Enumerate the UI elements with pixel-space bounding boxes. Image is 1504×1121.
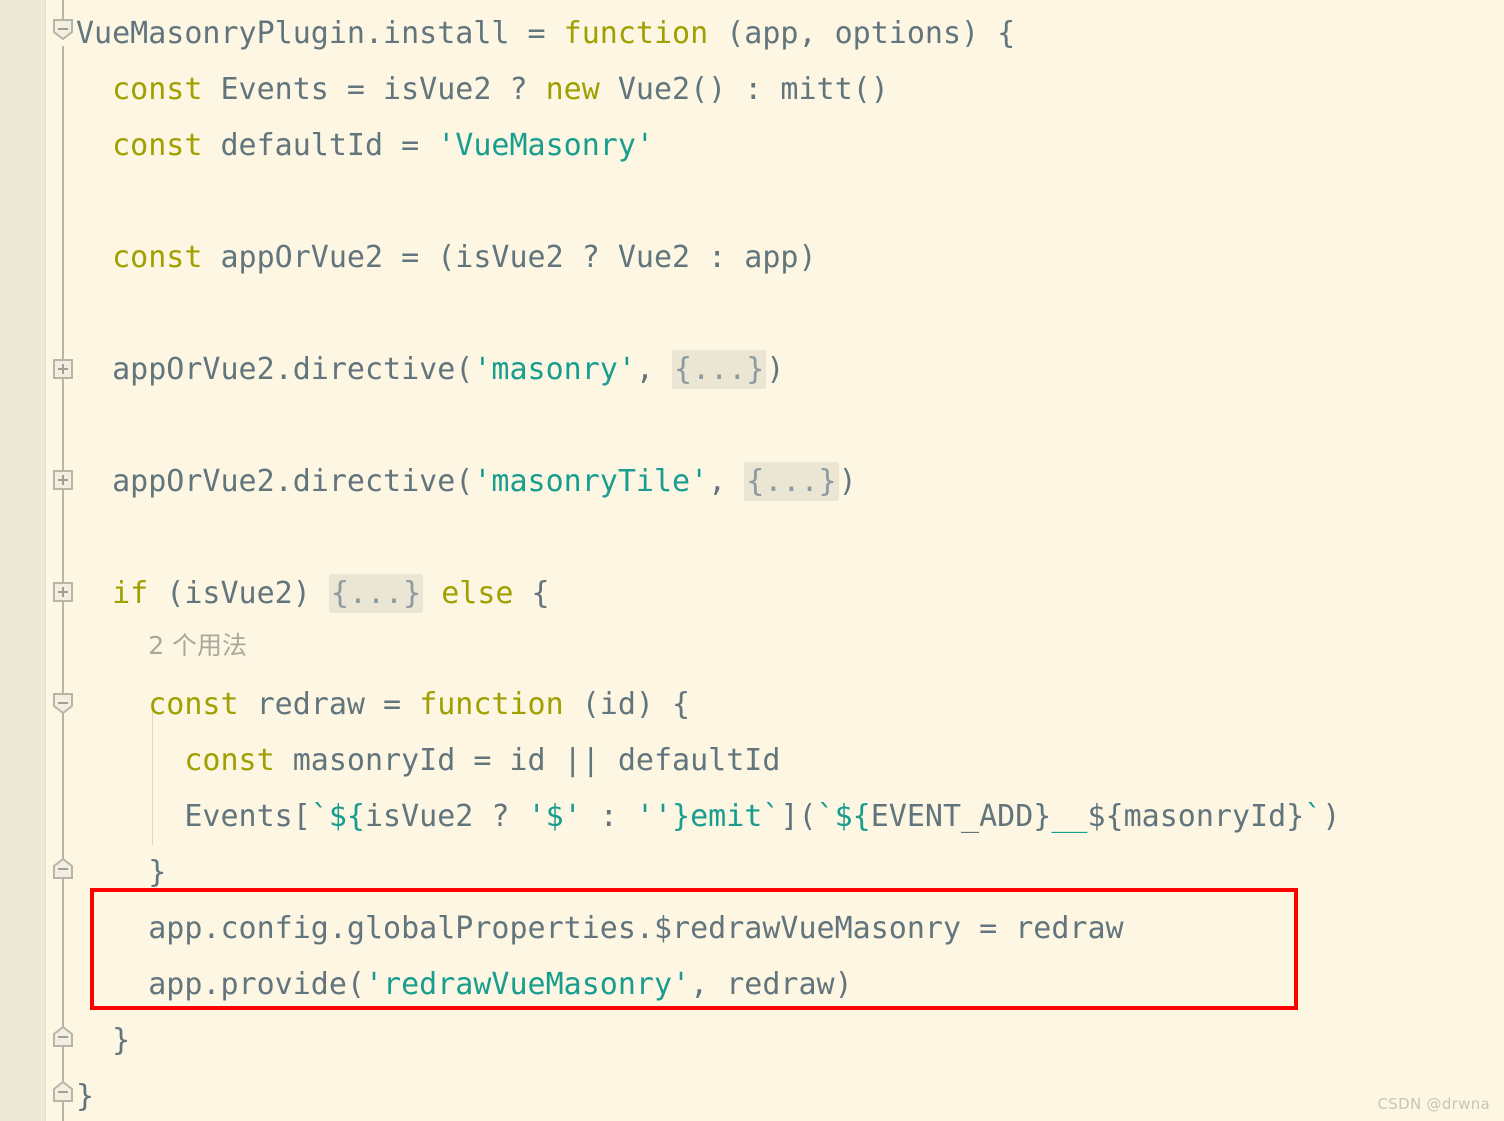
code-token: `${ xyxy=(816,799,871,834)
code-token: (id) { xyxy=(563,687,691,722)
code-line[interactable]: } xyxy=(76,1069,94,1121)
code-token: 'redrawVueMasonry' xyxy=(364,967,691,1002)
code-token: ${masonryId} xyxy=(1087,799,1305,834)
code-token: 'masonry' xyxy=(473,352,636,387)
code-line[interactable]: if (isVue2) {...} else { xyxy=(76,566,550,622)
code-token: , xyxy=(708,464,745,499)
code-token: function xyxy=(563,16,709,51)
code-token: , redraw) xyxy=(690,967,853,1002)
code-token: {...} xyxy=(744,462,839,501)
code-token: : xyxy=(581,799,636,834)
code-token: install xyxy=(383,16,510,51)
code-token: redraw = xyxy=(238,687,420,722)
code-token: `${ xyxy=(310,799,365,834)
code-token: if xyxy=(112,576,149,611)
code-token: Vue2() : mitt() xyxy=(599,72,889,107)
code-token: {...} xyxy=(672,350,767,389)
code-token: ) xyxy=(766,352,785,387)
code-token: const xyxy=(112,240,203,275)
code-token: , xyxy=(635,352,673,387)
code-token: isVue2 ? xyxy=(365,799,528,834)
code-token: appOrVue2.directive( xyxy=(76,352,474,387)
code-token: const xyxy=(148,687,239,722)
code-line[interactable]: appOrVue2.directive('masonry', {...}) xyxy=(76,342,784,398)
code-token: function xyxy=(419,687,564,722)
code-line[interactable]: const defaultId = 'VueMasonry' xyxy=(76,118,654,174)
code-token: 'VueMasonry' xyxy=(437,128,654,163)
code-line[interactable]: } xyxy=(76,845,166,901)
code-token: } xyxy=(76,855,167,890)
code-token: const xyxy=(112,128,203,163)
code-text-layer[interactable]: VueMasonryPlugin.install = function (app… xyxy=(0,0,1504,1121)
code-token: ''}emit` xyxy=(635,799,781,834)
code-token: masonryId = id || defaultId xyxy=(274,743,781,778)
code-editor-view: VueMasonryPlugin.install = function (app… xyxy=(0,0,1504,1121)
code-line[interactable]: VueMasonryPlugin.install = function (app… xyxy=(76,6,1015,62)
code-token: else xyxy=(441,576,514,611)
code-token: __ xyxy=(1051,799,1088,834)
code-token: {...} xyxy=(328,574,424,613)
code-token: (app, options) { xyxy=(708,16,1016,51)
code-token: ) xyxy=(838,464,857,499)
code-line[interactable]: const appOrVue2 = (isVue2 ? Vue2 : app) xyxy=(76,230,817,286)
code-token: ` xyxy=(1304,799,1323,834)
code-line[interactable]: const Events = isVue2 ? new Vue2() : mit… xyxy=(76,62,889,118)
code-token: Events[ xyxy=(76,799,311,834)
watermark-label: CSDN @drwna xyxy=(1377,1095,1490,1113)
code-token: } xyxy=(76,1023,131,1058)
code-token: EVENT_ADD} xyxy=(870,799,1052,834)
code-token: const xyxy=(184,743,275,778)
code-token: defaultId = xyxy=(202,128,438,163)
code-line[interactable]: appOrVue2.directive('masonryTile', {...}… xyxy=(76,454,857,510)
code-token: 2 个用法 xyxy=(148,631,248,660)
code-token: } xyxy=(76,1079,95,1114)
code-line[interactable]: const masonryId = id || defaultId xyxy=(76,733,780,789)
code-token: . xyxy=(364,16,384,51)
code-token: Events = isVue2 ? xyxy=(202,72,546,107)
code-line[interactable]: Events[`${isVue2 ? '$' : ''}emit`](`${EV… xyxy=(76,789,1340,845)
code-token: (isVue2) xyxy=(148,576,329,611)
code-token: appOrVue2 = (isVue2 ? Vue2 : app) xyxy=(202,240,817,275)
code-token: appOrVue2.directive( xyxy=(76,464,474,499)
code-token: app.provide( xyxy=(76,967,365,1002)
code-line[interactable]: app.config.globalProperties.$redrawVueMa… xyxy=(76,901,1124,957)
code-line[interactable]: } xyxy=(76,1013,130,1069)
code-line[interactable]: const redraw = function (id) { xyxy=(76,677,690,733)
code-token: = xyxy=(509,16,564,51)
code-token: ) xyxy=(1322,799,1341,834)
code-token: app.config.globalProperties.$redrawVueMa… xyxy=(76,911,1124,946)
code-token: VueMasonryPlugin xyxy=(76,16,365,51)
code-line[interactable]: app.provide('redrawVueMasonry', redraw) xyxy=(76,957,853,1013)
code-token: '$' xyxy=(527,799,582,834)
inlay-hint-line[interactable]: 2 个用法 xyxy=(148,625,247,665)
code-token: 'masonryTile' xyxy=(473,464,709,499)
code-token: const xyxy=(112,72,203,107)
code-token: { xyxy=(513,576,550,611)
code-token: ]( xyxy=(780,799,817,834)
code-token: new xyxy=(545,72,600,107)
